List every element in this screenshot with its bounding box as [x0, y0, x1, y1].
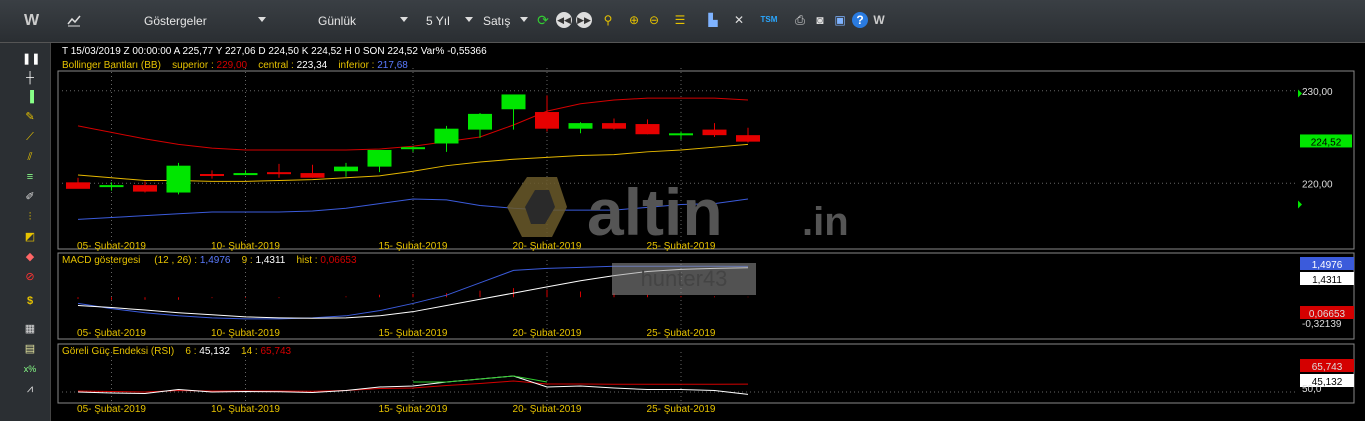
rsi-overbought-line — [413, 375, 548, 383]
candle-body — [468, 113, 492, 130]
candle-body — [334, 166, 358, 172]
candle-body — [401, 147, 425, 150]
candle-body — [434, 128, 459, 144]
x-tick-label: 05- Şubat-2019 — [77, 404, 146, 415]
candle-body — [669, 133, 693, 136]
candle-body — [200, 174, 224, 177]
y-tick-label: 220,00 — [1302, 179, 1333, 190]
candle-body — [99, 185, 124, 188]
candle-body — [300, 173, 325, 178]
x-tick-label: 15- Şubat-2019 — [379, 404, 448, 415]
x-tick-label: 05- Şubat-2019 — [77, 328, 146, 339]
x-tick-label: 10- Şubat-2019 — [211, 241, 280, 252]
candle-body — [133, 185, 157, 192]
candle-body — [66, 182, 90, 189]
y-tick-label: 230,00 — [1302, 87, 1333, 98]
candle-body — [702, 129, 727, 136]
watermark-text: altin — [587, 175, 723, 242]
rsi-value-label: 65,743 — [1312, 362, 1343, 373]
last-price-label: 224,52 — [1311, 137, 1342, 148]
candle-body — [736, 135, 760, 142]
x-tick-label: 15- Şubat-2019 — [379, 241, 448, 252]
altin-watermark-logo: altin .in — [507, 175, 849, 242]
candle-body — [367, 149, 392, 167]
pane-frame-3 — [57, 343, 1355, 404]
macd-value-label: 1,4311 — [1312, 275, 1342, 286]
candle-body — [501, 94, 526, 110]
watermark-suffix: .in — [802, 200, 849, 242]
x-tick-label: 10- Şubat-2019 — [211, 328, 280, 339]
candle-body — [568, 123, 593, 129]
x-tick-label: 25- Şubat-2019 — [647, 404, 716, 415]
candle-body — [166, 165, 191, 193]
x-tick-label: 20- Şubat-2019 — [513, 404, 582, 415]
candle-body — [635, 124, 660, 135]
macd-y-tick-label: -0,32139 — [1302, 319, 1342, 330]
x-tick-label: 25- Şubat-2019 — [647, 241, 716, 252]
macd-value-label: 1,4976 — [1312, 260, 1343, 271]
x-tick-label: 25- Şubat-2019 — [647, 328, 716, 339]
x-tick-label: 20- Şubat-2019 — [513, 241, 582, 252]
x-tick-label: 20- Şubat-2019 — [513, 328, 582, 339]
band-marker-lower — [1298, 200, 1302, 209]
x-tick-label: 15- Şubat-2019 — [379, 328, 448, 339]
candle-body — [267, 172, 291, 175]
user-watermark: hunter43 — [612, 263, 756, 295]
x-tick-label: 05- Şubat-2019 — [77, 241, 146, 252]
candle-body — [535, 112, 559, 129]
candle-body — [233, 173, 258, 176]
candle-body — [602, 123, 626, 129]
x-tick-label: 10- Şubat-2019 — [211, 404, 280, 415]
rsi-y-tick-label: 50,0 — [1302, 384, 1322, 395]
